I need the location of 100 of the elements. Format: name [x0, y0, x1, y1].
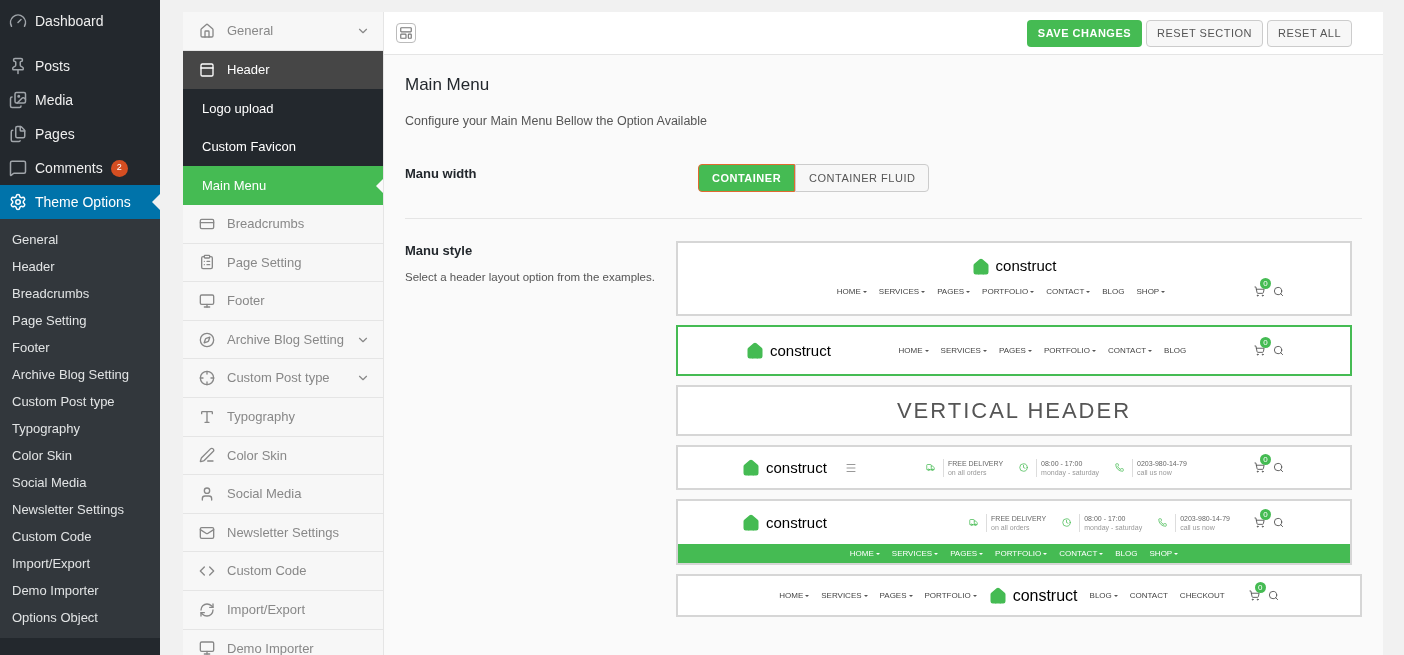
nav-item: HOME	[849, 547, 874, 560]
section-icon	[199, 370, 215, 387]
segment-button[interactable]: CONTAINER FLUID	[795, 164, 930, 193]
nav-item: CONTACT	[1107, 344, 1147, 357]
admin-menu-item[interactable]: Dashboard	[0, 4, 160, 38]
house-logo-icon	[971, 257, 990, 276]
caret-icon	[863, 594, 868, 597]
section-icon	[199, 640, 215, 655]
search-icon	[1273, 345, 1284, 357]
header-layout-option[interactable]: construct HOME SERVICES PAGES PORTFOLIO CONTACT BLOG 0	[676, 325, 1352, 377]
house-logo-icon	[742, 458, 760, 477]
admin-submenu-item[interactable]: Social Media	[0, 469, 160, 496]
admin-submenu-item[interactable]: Header	[0, 253, 160, 280]
options-nav-item[interactable]: Header	[183, 50, 383, 90]
toolbar-button[interactable]: RESET ALL	[1267, 19, 1352, 47]
clock-icon	[1062, 518, 1072, 528]
caret-icon	[921, 290, 926, 293]
admin-submenu-item[interactable]: Custom Post type	[0, 388, 160, 415]
caret-icon	[1043, 552, 1048, 555]
nav-item: PAGES	[950, 547, 978, 560]
nav-item: PORTFOLIO	[924, 589, 971, 602]
caret-icon	[1099, 552, 1104, 555]
section-icon	[199, 447, 215, 464]
nav-item: SERVICES	[940, 344, 981, 357]
section-icon	[199, 524, 215, 541]
admin-submenu-item[interactable]: General	[0, 226, 160, 253]
admin-submenu-item[interactable]: Archive Blog Setting	[0, 361, 160, 388]
field-description: Select a header layout option from the examples.	[405, 269, 656, 285]
menu-icon	[9, 57, 27, 75]
admin-submenu-item[interactable]: Color Skin	[0, 442, 160, 469]
caret-icon	[1113, 594, 1118, 597]
caret-icon	[924, 349, 929, 352]
logo-text: construct	[770, 340, 831, 361]
nav-item: SHOP	[1136, 285, 1160, 298]
caret-icon	[1030, 290, 1035, 293]
admin-submenu-item[interactable]: Custom Code	[0, 523, 160, 550]
section-icon	[199, 22, 215, 39]
admin-menu-item[interactable]: Comments 2	[0, 151, 160, 185]
nav-item: PAGES	[998, 344, 1026, 357]
cart-count-badge: 0	[1260, 509, 1271, 521]
nav-item: HOME	[779, 589, 804, 602]
phone-icon	[1115, 463, 1125, 473]
admin-submenu-item[interactable]: Footer	[0, 334, 160, 361]
field-label: Manu style	[405, 242, 474, 261]
logo-text: construct	[1012, 585, 1078, 606]
caret-icon	[1091, 349, 1096, 352]
caret-icon	[1148, 349, 1153, 352]
caret-icon	[1027, 349, 1032, 352]
nav-item: BLOG	[1102, 285, 1125, 298]
nav-item: CHECKOUT	[1179, 589, 1225, 602]
field-label: Manu width	[405, 165, 478, 184]
search-icon	[1273, 517, 1284, 529]
admin-submenu-item[interactable]: Newsletter Settings	[0, 496, 160, 523]
admin-submenu-item[interactable]: Options Object	[0, 604, 160, 631]
admin-submenu-item[interactable]: Import/Export	[0, 550, 160, 577]
options-nav-item[interactable]: Custom Favicon	[183, 127, 383, 167]
search-icon	[1273, 286, 1284, 298]
section-title: Main Menu	[405, 74, 491, 96]
nav-item: BLOG	[1115, 547, 1138, 560]
nav-item: SERVICES	[891, 547, 933, 560]
section-icon	[199, 61, 215, 78]
nav-item: CONTACT	[1059, 547, 1098, 560]
nav-item: HOME	[836, 285, 861, 298]
admin-submenu-item[interactable]: Demo Importer	[0, 577, 160, 604]
options-nav-item[interactable]: Logo upload	[183, 89, 383, 128]
menu-icon	[9, 159, 27, 177]
toolbar-button[interactable]: RESET SECTION	[1146, 19, 1263, 47]
admin-menu-item[interactable]: Posts	[0, 49, 160, 83]
search-icon	[1267, 590, 1279, 602]
admin-menu-item[interactable]: Media	[0, 83, 160, 117]
caret-icon	[875, 552, 880, 555]
nav-item: SHOP	[1149, 547, 1173, 560]
admin-submenu-item[interactable]: Breadcrumbs	[0, 280, 160, 307]
admin-submenu-item[interactable]: Typography	[0, 415, 160, 442]
caret-icon	[934, 552, 939, 555]
house-logo-icon	[988, 586, 1007, 605]
cart-icon	[1248, 590, 1260, 602]
cart-count-badge: 0	[1254, 582, 1266, 594]
caret-icon	[862, 290, 867, 293]
section-icon	[199, 254, 215, 271]
admin-menu-item[interactable]: Theme Options	[0, 185, 160, 219]
nav-item: CONTACT	[1129, 589, 1168, 602]
section-icon	[199, 601, 215, 618]
header-layout-option[interactable]: VERTICAL HEADER	[676, 385, 1352, 437]
menu-icon	[9, 193, 27, 211]
admin-menu-item[interactable]: Pages	[0, 117, 160, 151]
house-logo-icon	[742, 513, 760, 532]
cart-count-badge: 0	[1260, 337, 1271, 349]
caret-icon	[979, 552, 984, 555]
cart-count-badge: 0	[1260, 454, 1271, 466]
nav-item: PORTFOLIO	[982, 285, 1029, 298]
count-badge: 2	[110, 159, 128, 177]
cart-icon	[1254, 462, 1265, 474]
header-layout-option[interactable]: HOME SERVICES PAGES PORTFOLIO construct BLOG CONTACT CHECKOUT 0	[676, 574, 1362, 618]
header-layout-option[interactable]: construct HOME SERVICES PAGES PORTFOLIO CONTACT BLOG SHOP 0	[676, 241, 1352, 317]
admin-submenu-item[interactable]: Page Setting	[0, 307, 160, 334]
caret-icon	[966, 290, 971, 293]
layout-icon[interactable]	[396, 23, 416, 43]
clock-icon	[1019, 463, 1029, 473]
nav-item: PAGES	[879, 589, 907, 602]
